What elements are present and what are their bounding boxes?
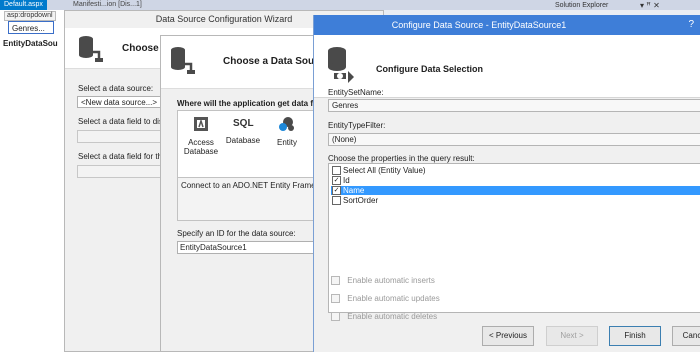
database-label: Database [225, 136, 261, 145]
checkbox[interactable] [331, 294, 340, 303]
help-icon[interactable]: ? [688, 15, 694, 35]
property-label: SortOrder [343, 196, 379, 205]
display-field-label: Select a data field to displ [78, 117, 170, 126]
id-label: Specify an ID for the data source: [177, 229, 296, 238]
previous-button[interactable]: < Previous [482, 326, 534, 346]
properties-label: Choose the properties in the query resul… [328, 154, 475, 163]
dialog-title: Configure Data Source - EntityDataSource… [391, 20, 567, 30]
configure-datasource-dialog: Configure Data Source - EntityDataSource… [313, 15, 700, 352]
datasource-id-input[interactable]: EntityDataSource1 [177, 241, 327, 254]
finish-button[interactable]: Finish [609, 326, 661, 346]
entity-datasource-label: EntityDataSou [3, 39, 58, 48]
sql-database-icon: SQL [233, 118, 254, 129]
property-sortorder[interactable]: SortOrder [331, 196, 700, 205]
property-id[interactable]: ✓ Id [331, 176, 700, 185]
solution-explorer-title: Solution Explorer [555, 2, 609, 9]
window-controls[interactable]: ▾ ꟸ ✕ [640, 1, 660, 10]
checkbox[interactable] [331, 276, 340, 285]
auto-inserts-option[interactable]: Enable automatic inserts [330, 276, 435, 285]
value-field-label: Select a data field for the v [78, 152, 173, 161]
auto-inserts-label: Enable automatic inserts [347, 276, 435, 285]
checkbox[interactable] [331, 312, 340, 321]
property-label: Select All (Entity Value) [343, 166, 426, 175]
access-database-icon [194, 117, 208, 131]
control-tag: asp:dropdownl [4, 11, 56, 21]
auto-updates-option[interactable]: Enable automatic updates [330, 294, 440, 303]
datasource-icon [79, 36, 103, 62]
entity-item[interactable]: Entity [266, 115, 308, 147]
checkbox[interactable] [332, 166, 341, 175]
access-database-item[interactable]: Access Database [180, 115, 222, 156]
auto-deletes-option[interactable]: Enable automatic deletes [330, 312, 437, 321]
where-label: Where will the application get data from [177, 99, 329, 108]
checkbox-checked[interactable]: ✓ [332, 176, 341, 185]
dialog-title-bar: Configure Data Source - EntityDataSource… [314, 15, 700, 35]
cancel-button[interactable]: Canc [672, 326, 700, 346]
checkbox[interactable] [332, 196, 341, 205]
auto-updates-label: Enable automatic updates [347, 294, 440, 303]
tab-default-aspx[interactable]: Default.aspx [0, 0, 47, 10]
entityset-input[interactable]: Genres [328, 99, 700, 112]
access-database-label: Access Database [183, 138, 219, 156]
auto-deletes-label: Enable automatic deletes [347, 312, 438, 321]
tab-manifest[interactable]: Manifesti...ion [Dis...1] [73, 0, 142, 10]
property-select-all[interactable]: Select All (Entity Value) [331, 166, 700, 175]
genres-dropdown[interactable]: Genres... [8, 21, 54, 34]
property-label: Name [343, 186, 365, 195]
properties-list: Select All (Entity Value) ✓ Id ✓ Name Sort… [328, 163, 700, 313]
select-datasource-label: Select a data source: [78, 84, 154, 93]
typefilter-label: EntityTypeFilter: [328, 121, 386, 130]
entity-label: Entity [276, 138, 297, 147]
property-name[interactable]: ✓ Name [331, 186, 700, 195]
dialog-heading: Configure Data Selection [376, 64, 484, 74]
next-button[interactable]: Next > [546, 326, 598, 346]
datasource-icon [171, 47, 195, 74]
property-label: Id [343, 176, 350, 185]
configure-datasource-icon [328, 47, 354, 83]
database-item[interactable]: SQL Database [222, 115, 264, 145]
typefilter-input[interactable]: (None) [328, 133, 700, 146]
checkbox-checked[interactable]: ✓ [332, 186, 341, 195]
entity-icon [279, 117, 294, 131]
entityset-label: EntitySetName: [328, 88, 384, 97]
